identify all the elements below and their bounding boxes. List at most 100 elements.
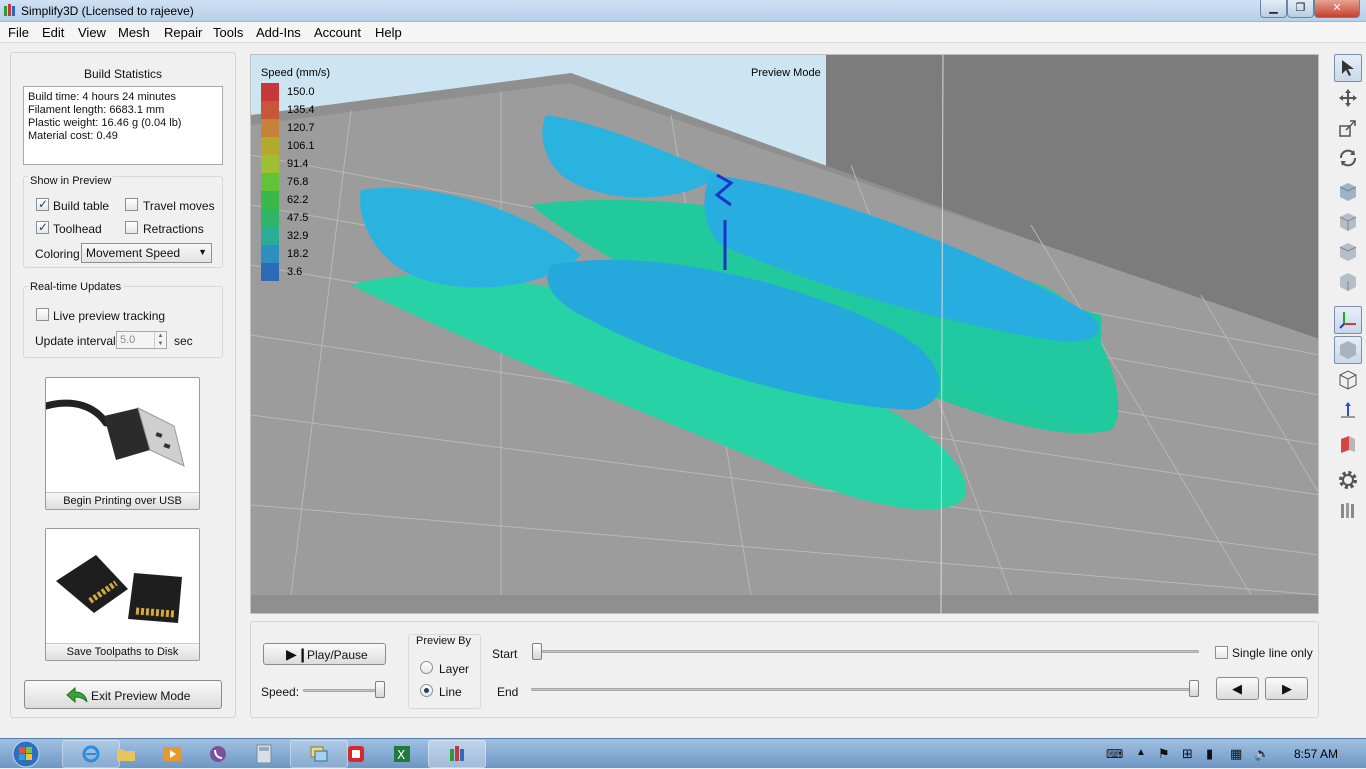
menu-account[interactable]: Account: [314, 25, 361, 40]
single-line-only-label: Single line only: [1232, 646, 1313, 660]
end-slider-track[interactable]: [531, 688, 1195, 691]
live-preview-tracking-checkbox[interactable]: [36, 308, 49, 321]
scale-tool-button[interactable]: [1334, 114, 1362, 142]
taskbar-calculator[interactable]: [236, 740, 292, 768]
play-pause-label: Play/Pause: [307, 648, 368, 662]
speed-legend-value: 3.6: [287, 266, 303, 278]
rotate-tool-button[interactable]: [1334, 144, 1362, 172]
begin-printing-usb-button[interactable]: Begin Printing over USB: [45, 377, 200, 510]
speed-legend-value: 91.4: [287, 158, 309, 170]
speed-legend-value: 62.2: [287, 194, 309, 206]
step-back-button[interactable]: ◀: [1216, 677, 1259, 700]
retractions-checkbox[interactable]: [125, 221, 138, 234]
move-icon: [1339, 89, 1357, 107]
cube-view-icon: [1339, 183, 1357, 201]
calculator-icon: [256, 744, 272, 764]
menu-repair[interactable]: Repair: [164, 25, 202, 40]
toolhead-label: Toolhead: [53, 222, 102, 236]
wireframe-cube-icon: [1339, 370, 1357, 390]
play-pause-button[interactable]: ▶❙ Play/Pause: [263, 643, 386, 665]
minimize-button[interactable]: ▁: [1260, 0, 1287, 18]
speed-legend-swatch: [261, 209, 279, 227]
speed-legend-swatch: [261, 101, 279, 119]
speed-legend-swatch: [261, 137, 279, 155]
start-slider-thumb[interactable]: [532, 643, 542, 660]
toolhead-checkbox[interactable]: [36, 220, 49, 234]
view-side-button[interactable]: [1334, 268, 1362, 296]
solid-view-button[interactable]: [1334, 336, 1362, 364]
settings-button[interactable]: [1334, 466, 1362, 494]
speed-legend-value: 106.1: [287, 140, 315, 152]
wireframe-view-button[interactable]: [1334, 366, 1362, 394]
end-slider-thumb[interactable]: [1189, 680, 1199, 697]
axes-toggle-button[interactable]: [1334, 306, 1362, 334]
line-radio[interactable]: [420, 684, 433, 697]
build-table-checkbox[interactable]: [36, 197, 49, 211]
coloring-select[interactable]: Movement Speed ▼: [81, 243, 212, 263]
menu-edit[interactable]: Edit: [42, 25, 64, 40]
speed-legend-title: Speed (mm/s): [261, 67, 331, 79]
tray-expand-icon[interactable]: ▲: [1136, 747, 1146, 758]
playback-panel: ▶❙ Play/Pause Speed: Preview By Layer Li…: [250, 621, 1319, 718]
taskbar-simplify3d[interactable]: [428, 740, 486, 768]
build-statistics-title: Build Statistics: [83, 67, 163, 81]
window-title: Simplify3D (Licensed to rajeeve): [21, 4, 194, 18]
back-arrow-icon: [66, 687, 88, 703]
speed-legend-swatch: [261, 83, 279, 101]
start-button[interactable]: [6, 739, 46, 769]
plastic-weight: Plastic weight: 16.46 g (0.04 lb): [28, 117, 182, 129]
windows-logo-icon: [12, 740, 40, 768]
preview-viewport[interactable]: Speed (mm/s) 150.0 135.4 120.7 106.1 91.4 76.…: [250, 54, 1319, 614]
exit-preview-mode-label: Exit Preview Mode: [91, 689, 191, 703]
close-button[interactable]: ✕: [1314, 0, 1360, 18]
speed-slider-thumb[interactable]: [375, 681, 385, 698]
view-front-button[interactable]: [1334, 208, 1362, 236]
menu-tools[interactable]: Tools: [213, 25, 243, 40]
menu-view[interactable]: View: [78, 25, 106, 40]
red-app-icon: [348, 746, 364, 762]
show-in-preview-group: Show in Preview Build table Travel moves…: [23, 175, 223, 268]
network-icon[interactable]: ▦: [1230, 746, 1242, 762]
cross-section-button[interactable]: [1334, 430, 1362, 458]
speed-legend-value: 32.9: [287, 230, 309, 242]
speed-label: Speed:: [261, 685, 300, 699]
menu-add-ins[interactable]: Add-Ins: [256, 25, 301, 40]
travel-moves-checkbox[interactable]: [125, 198, 138, 211]
build-statistics-box: Build time: 4 hours 24 minutes Filament …: [23, 86, 223, 165]
action-center-flag-icon[interactable]: ⚑: [1158, 746, 1170, 762]
battery-icon[interactable]: ▮: [1206, 746, 1213, 762]
start-slider-track[interactable]: [535, 650, 1199, 653]
move-tool-button[interactable]: [1334, 84, 1362, 112]
taskbar-excel[interactable]: X: [374, 740, 430, 768]
windows-update-icon[interactable]: ⊞: [1182, 746, 1193, 762]
supports-button[interactable]: [1334, 496, 1362, 524]
coloring-value: Movement Speed: [86, 246, 181, 260]
view-iso-button[interactable]: [1334, 178, 1362, 206]
exit-preview-mode-button[interactable]: Exit Preview Mode: [24, 680, 222, 709]
step-forward-button[interactable]: ▶: [1265, 677, 1308, 700]
menu-help[interactable]: Help: [375, 25, 402, 40]
filament-length: Filament length: 6683.1 mm: [28, 104, 165, 116]
speed-legend-swatch: [261, 227, 279, 245]
viber-icon: [210, 746, 226, 762]
clock[interactable]: 8:57 AM: [1294, 747, 1338, 761]
save-toolpaths-disk-button[interactable]: Save Toolpaths to Disk: [45, 528, 200, 661]
menu-file[interactable]: File: [8, 25, 29, 40]
select-tool-button[interactable]: [1334, 54, 1362, 82]
support-pillars-icon: [1341, 503, 1354, 518]
layer-radio[interactable]: [420, 661, 433, 674]
spin-arrows-icon[interactable]: ▲ ▼: [154, 332, 166, 348]
speed-legend-swatch: [261, 245, 279, 263]
view-top-button[interactable]: [1334, 238, 1362, 266]
update-interval-input[interactable]: 5.0 ▲ ▼: [116, 331, 167, 349]
menu-mesh[interactable]: Mesh: [118, 25, 150, 40]
normals-button[interactable]: [1334, 396, 1362, 424]
maximize-button[interactable]: ❐: [1287, 0, 1314, 18]
keyboard-icon[interactable]: ⌨: [1106, 747, 1123, 761]
volume-icon[interactable]: 🔈: [1254, 746, 1270, 762]
single-line-only-checkbox[interactable]: [1215, 646, 1228, 659]
arrow-left-icon: ◀: [1232, 681, 1242, 696]
update-interval-label: Update interval: [35, 334, 116, 348]
speed-slider-track[interactable]: [303, 689, 385, 692]
speed-legend-value: 120.7: [287, 122, 315, 134]
